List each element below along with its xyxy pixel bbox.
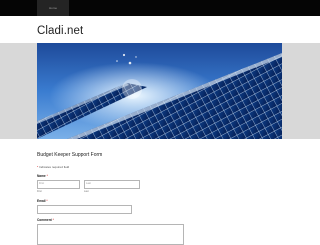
required-asterisk: *: [37, 165, 39, 169]
form-title: Budget Keeper Support Form: [37, 152, 103, 158]
page: Home Cladi.net Budget Keeper Support For…: [0, 0, 320, 245]
comment-label-text: Comment: [37, 218, 52, 222]
first-name-input[interactable]: First: [37, 180, 80, 189]
first-sublabel: First: [37, 190, 42, 193]
solar-panel-graphic: [37, 43, 282, 139]
email-label-text: Email: [37, 199, 46, 203]
comment-label: Comment *: [37, 218, 54, 222]
nav-tab-home[interactable]: Home: [37, 0, 69, 16]
name-label: Name *: [37, 174, 48, 178]
site-title[interactable]: Cladi.net: [37, 25, 83, 37]
comment-textarea[interactable]: [37, 224, 184, 245]
last-sublabel: Last: [84, 190, 89, 193]
required-note-text: Indicates required field: [39, 165, 70, 169]
comment-required-asterisk: *: [52, 218, 54, 222]
name-required-asterisk: *: [46, 174, 48, 178]
email-label: Email *: [37, 199, 48, 203]
email-input[interactable]: [37, 205, 132, 214]
banner-image-solar-panels: [37, 43, 282, 139]
name-label-text: Name: [37, 174, 46, 178]
last-name-input[interactable]: Last: [84, 180, 140, 189]
email-required-asterisk: *: [46, 199, 48, 203]
top-nav-bar: Home: [0, 0, 320, 16]
required-note: * Indicates required field: [37, 165, 69, 169]
